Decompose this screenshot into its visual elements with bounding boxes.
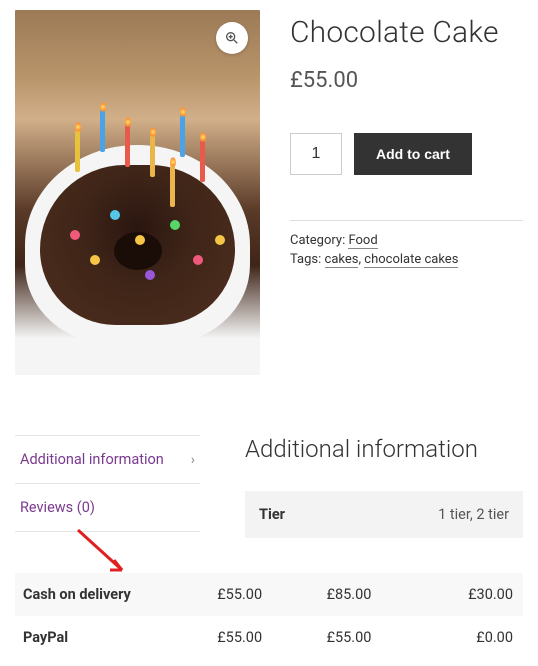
- price-cell: £30.00: [404, 586, 523, 603]
- payment-method-label: Cash on delivery: [15, 586, 185, 603]
- price-cell: £85.00: [294, 586, 403, 603]
- price-cell: £55.00: [185, 629, 294, 646]
- category-link-food[interactable]: Food: [348, 233, 377, 249]
- payment-method-label: PayPal: [15, 629, 185, 646]
- quantity-input[interactable]: [290, 133, 342, 175]
- tag-link-chocolate-cakes[interactable]: chocolate cakes: [364, 252, 458, 268]
- product-tags: Tags: cakes, chocolate cakes: [290, 252, 523, 267]
- tab-label: Additional information: [20, 451, 164, 468]
- price-cell: £0.00: [404, 629, 523, 646]
- price-cell: £55.00: [294, 629, 403, 646]
- attribute-row: Tier 1 tier, 2 tier: [245, 491, 523, 538]
- product-title: Chocolate Cake: [290, 15, 523, 50]
- price-row-paypal: PayPal £55.00 £55.00 £0.00: [15, 616, 523, 659]
- product-category: Category: Food: [290, 233, 523, 248]
- chevron-right-icon: ›: [191, 452, 195, 468]
- tag-link-cakes[interactable]: cakes: [325, 252, 359, 268]
- tags-label: Tags:: [290, 252, 321, 267]
- add-to-cart-button[interactable]: Add to cart: [354, 133, 472, 175]
- price-cell: £55.00: [185, 586, 294, 603]
- tab-additional-information[interactable]: Additional information ›: [15, 435, 200, 484]
- category-label: Category:: [290, 233, 345, 248]
- magnify-icon[interactable]: [216, 22, 248, 54]
- attribute-value: 1 tier, 2 tier: [379, 506, 509, 523]
- attribute-label: Tier: [259, 506, 379, 523]
- arrow-annotation-icon: [70, 525, 140, 584]
- content-heading: Additional information: [245, 435, 523, 463]
- product-image[interactable]: [15, 10, 260, 375]
- product-price: £55.00: [290, 68, 523, 93]
- tab-label: Reviews (0): [20, 499, 95, 516]
